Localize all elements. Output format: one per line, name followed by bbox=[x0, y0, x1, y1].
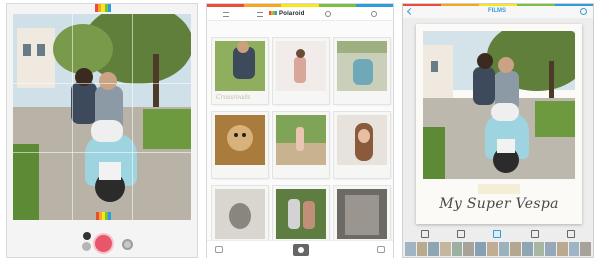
polaroid-frame[interactable]: My Super Vespa bbox=[416, 24, 582, 224]
filter-thumb[interactable] bbox=[545, 242, 556, 256]
sticker-icon[interactable] bbox=[531, 230, 539, 238]
camera-viewfinder[interactable] bbox=[13, 14, 191, 220]
rider bbox=[71, 82, 97, 124]
tile-caption: Crossroads bbox=[216, 94, 251, 101]
filter-thumb[interactable] bbox=[556, 242, 568, 256]
more-icon[interactable] bbox=[325, 11, 331, 17]
filter-thumb[interactable] bbox=[428, 242, 440, 256]
back-icon[interactable] bbox=[406, 7, 415, 16]
shutter-button[interactable] bbox=[95, 235, 112, 252]
filter-thumb[interactable] bbox=[440, 242, 451, 256]
editor-title: FILMS bbox=[488, 8, 506, 14]
grid-view-icon[interactable] bbox=[257, 12, 263, 17]
filter-thumb[interactable] bbox=[475, 242, 486, 256]
app-screenshots: Polaroid Crossroads FILMS My Super Vespa bbox=[0, 0, 600, 261]
gallery-tile[interactable]: Crossroads bbox=[212, 38, 268, 104]
house bbox=[17, 28, 55, 88]
filter-thumb[interactable] bbox=[405, 242, 416, 256]
gallery-tile[interactable] bbox=[334, 112, 390, 178]
share-icon[interactable] bbox=[580, 8, 587, 15]
frame-icon[interactable] bbox=[421, 230, 429, 238]
filter-thumb[interactable] bbox=[498, 242, 510, 256]
gallery-tile[interactable] bbox=[334, 38, 390, 104]
camera-controls bbox=[7, 226, 197, 256]
photo-caption[interactable]: My Super Vespa bbox=[416, 196, 582, 212]
text-icon[interactable] bbox=[567, 230, 575, 238]
gallery-tile[interactable] bbox=[212, 112, 268, 178]
app-logo: Polaroid bbox=[269, 11, 305, 17]
filter-strip bbox=[405, 242, 591, 256]
gallery-footer bbox=[207, 240, 393, 258]
camera-screen bbox=[6, 3, 198, 258]
app-name: Polaroid bbox=[279, 11, 305, 17]
duplicate-icon[interactable] bbox=[377, 246, 385, 253]
editor-screen: FILMS My Super Vespa bbox=[402, 3, 594, 258]
filter-thumb[interactable] bbox=[568, 242, 580, 256]
gallery-tile[interactable] bbox=[273, 112, 329, 178]
share-icon[interactable] bbox=[371, 11, 377, 17]
switch-camera-icon[interactable] bbox=[82, 242, 91, 251]
filter-thumb[interactable] bbox=[521, 242, 533, 256]
back-icon[interactable] bbox=[215, 246, 223, 253]
filter-thumb[interactable] bbox=[580, 242, 591, 256]
filter-thumb[interactable] bbox=[416, 242, 428, 256]
editor-header: FILMS bbox=[403, 6, 593, 18]
gallery-tile[interactable] bbox=[273, 38, 329, 104]
filter-thumb[interactable] bbox=[533, 242, 545, 256]
filter-thumb[interactable] bbox=[451, 242, 463, 256]
rainbow-stripe bbox=[95, 4, 112, 12]
gallery-screen: Polaroid Crossroads bbox=[206, 3, 394, 258]
edited-photo bbox=[423, 31, 575, 179]
filter-thumb[interactable] bbox=[463, 242, 475, 256]
filter-thumb[interactable] bbox=[510, 242, 521, 256]
crop-icon[interactable] bbox=[457, 230, 465, 238]
editor-toolbar bbox=[403, 228, 593, 240]
gallery-header: Polaroid bbox=[207, 7, 393, 21]
settings-icon[interactable] bbox=[122, 239, 133, 250]
filter-thumb[interactable] bbox=[486, 242, 498, 256]
tape-sticker[interactable] bbox=[478, 184, 520, 194]
brush-icon[interactable] bbox=[493, 230, 501, 238]
menu-icon[interactable] bbox=[223, 12, 229, 17]
flash-indicator-icon[interactable] bbox=[83, 232, 91, 240]
camera-button[interactable] bbox=[293, 244, 309, 256]
